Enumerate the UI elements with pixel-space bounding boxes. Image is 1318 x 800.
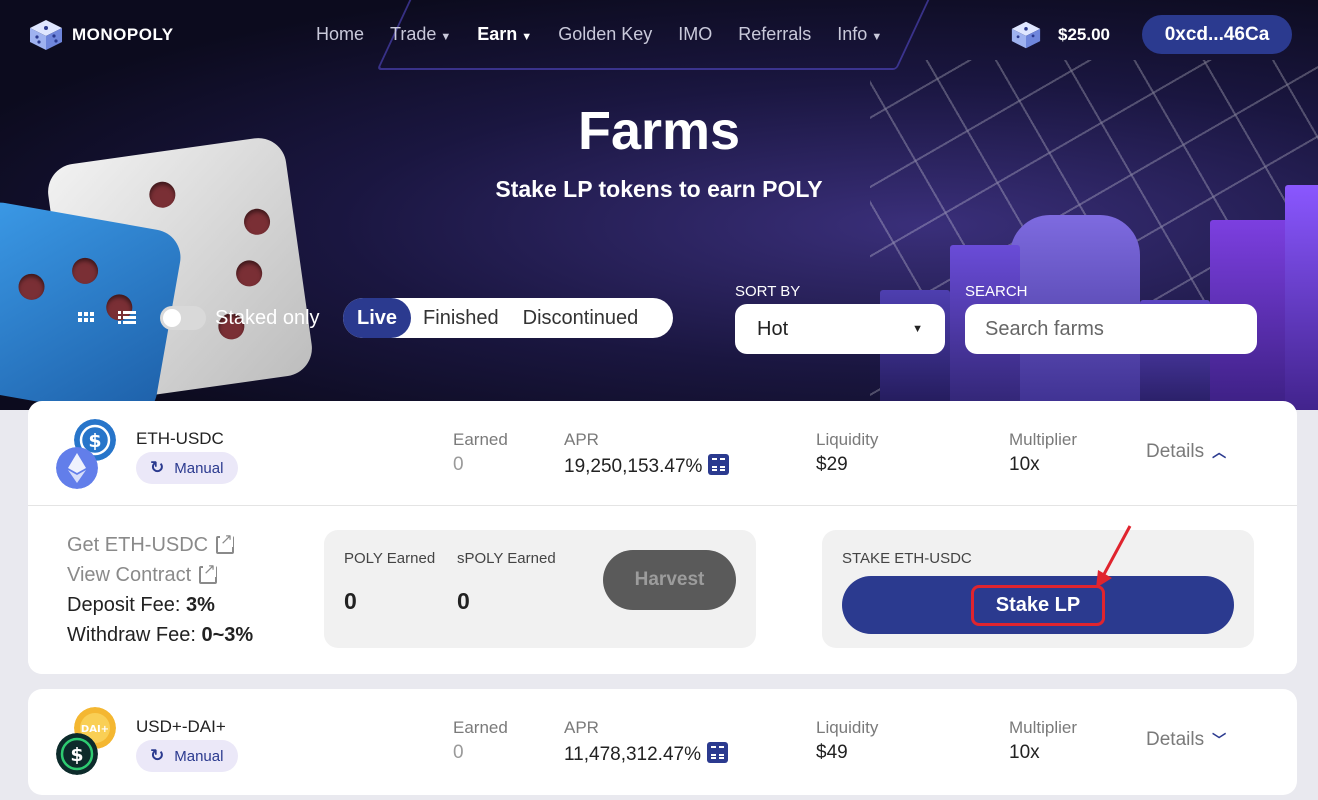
spoly-earned-label: sPOLY Earned bbox=[457, 550, 556, 567]
eth-token-icon bbox=[56, 447, 98, 489]
wallet-button[interactable]: 0xcd...46Ca bbox=[1142, 15, 1292, 54]
manual-badge: ↻ Manual bbox=[136, 740, 238, 772]
tab-live[interactable]: Live bbox=[343, 298, 412, 338]
sort-select[interactable]: Hot ▼ bbox=[735, 304, 945, 354]
stake-panel: STAKE ETH-USDC Stake LP bbox=[822, 530, 1254, 648]
earned-label: Earned bbox=[453, 718, 508, 737]
caret-down-icon: ▼ bbox=[871, 31, 883, 43]
nav-trade[interactable]: Trade ▼ bbox=[390, 24, 451, 45]
liquidity-value: $49 bbox=[816, 742, 848, 763]
deposit-fee: Deposit Fee: 3% bbox=[67, 594, 215, 616]
apr-label: APR bbox=[564, 430, 599, 449]
calculator-icon[interactable] bbox=[707, 742, 728, 763]
apr-value: 11,478,312.47% bbox=[564, 744, 701, 765]
logo-text: MONOPOLY bbox=[72, 25, 174, 44]
list-view-icon[interactable] bbox=[118, 310, 136, 331]
apr-label: APR bbox=[564, 718, 599, 737]
staked-only-label: Staked only bbox=[215, 307, 320, 329]
manual-badge: ↻ Manual bbox=[136, 452, 238, 484]
caret-down-icon: ▼ bbox=[440, 31, 452, 43]
liquidity-label: Liquidity bbox=[816, 718, 879, 737]
grid-view-icon[interactable] bbox=[78, 310, 96, 331]
usd-plus-token-icon: $ bbox=[56, 733, 98, 775]
pair-name: USD+-DAI+ bbox=[136, 717, 226, 736]
nav-earn[interactable]: Earn ▼ bbox=[477, 24, 532, 45]
stake-lp-label: Stake LP bbox=[970, 584, 1106, 626]
dice-token-icon bbox=[1011, 21, 1041, 49]
farm-status-tabs: Live Finished Discontinued bbox=[343, 298, 673, 338]
page-title: Farms bbox=[577, 101, 741, 161]
farm-card: $ ETH-USDC ↻ Manual Earned 0 APR 19,250,… bbox=[28, 401, 1297, 674]
staked-only-toggle[interactable] bbox=[160, 306, 206, 330]
nav-imo[interactable]: IMO bbox=[678, 24, 712, 45]
liquidity-label: Liquidity bbox=[816, 430, 879, 449]
poly-price: $25.00 bbox=[1010, 20, 1110, 50]
multiplier-label: Multiplier bbox=[1009, 718, 1078, 737]
stake-title: STAKE ETH-USDC bbox=[842, 550, 972, 567]
get-lp-link[interactable]: Get ETH-USDC bbox=[67, 530, 253, 560]
withdraw-fee: Withdraw Fee: 0~3% bbox=[67, 624, 254, 646]
nav-home[interactable]: Home bbox=[316, 24, 364, 45]
sort-by-label: SORT BY bbox=[735, 283, 801, 300]
svg-text:$: $ bbox=[70, 744, 83, 766]
caret-down-icon: ▼ bbox=[521, 31, 533, 43]
details-label: Details bbox=[1146, 729, 1205, 750]
earned-value: 0 bbox=[453, 742, 464, 763]
search-label: SEARCH bbox=[965, 283, 1028, 300]
nav-info[interactable]: Info ▼ bbox=[837, 24, 882, 45]
harvest-button[interactable]: Harvest bbox=[603, 550, 736, 610]
dice-logo-icon bbox=[30, 20, 62, 50]
refresh-icon: ↻ bbox=[150, 746, 165, 765]
svg-text:$: $ bbox=[88, 430, 101, 452]
spoly-earned-value: 0 bbox=[457, 588, 470, 614]
farm-row-header[interactable]: $ ETH-USDC ↻ Manual Earned 0 APR 19,250,… bbox=[28, 401, 1297, 505]
apr-cell: 11,478,312.47% bbox=[564, 742, 728, 766]
farm-details-panel: Get ETH-USDC View Contract Deposit Fee: … bbox=[28, 506, 1297, 674]
caret-down-icon: ▼ bbox=[912, 323, 923, 335]
stake-lp-button[interactable]: Stake LP bbox=[842, 576, 1234, 634]
earned-value: 0 bbox=[453, 454, 464, 475]
nav-referrals[interactable]: Referrals bbox=[738, 24, 811, 45]
logo[interactable]: MONOPOLY bbox=[28, 18, 174, 52]
tab-discontinued[interactable]: Discontinued bbox=[511, 298, 651, 338]
tab-finished[interactable]: Finished bbox=[411, 298, 511, 338]
main-menu: Home Trade ▼ Earn ▼ Golden Key IMO Referra… bbox=[316, 24, 908, 45]
svg-text:DAI+: DAI+ bbox=[81, 724, 109, 735]
calculator-icon[interactable] bbox=[708, 454, 730, 475]
external-link-icon bbox=[199, 562, 218, 584]
pair-name: ETH-USDC bbox=[136, 429, 224, 448]
multiplier-value: 10x bbox=[1009, 454, 1040, 475]
apr-cell: 19,250,153.47% bbox=[564, 454, 730, 478]
details-toggle[interactable]: Details ﹀ bbox=[1146, 729, 1226, 751]
farm-links: Get ETH-USDC View Contract Deposit Fee: … bbox=[67, 530, 253, 650]
price-value: $25.00 bbox=[1058, 25, 1110, 44]
sort-value: Hot bbox=[757, 317, 789, 340]
refresh-icon: ↻ bbox=[150, 458, 165, 477]
chevron-up-icon: ︿ bbox=[1212, 444, 1227, 460]
page-subtitle: Stake LP tokens to earn POLY bbox=[495, 176, 823, 202]
farm-row-header[interactable]: DAI+ $ USD+-DAI+ ↻ Manual Earned 0 APR 1… bbox=[28, 689, 1297, 793]
liquidity-value: $29 bbox=[816, 454, 848, 475]
multiplier-label: Multiplier bbox=[1009, 430, 1078, 449]
farm-card: DAI+ $ USD+-DAI+ ↻ Manual Earned 0 APR 1… bbox=[28, 689, 1297, 795]
earnings-panel: POLY Earned 0 sPOLY Earned 0 Harvest bbox=[324, 530, 756, 648]
poly-earned-value: 0 bbox=[344, 588, 357, 614]
manual-label: Manual bbox=[174, 747, 224, 765]
top-nav: MONOPOLY Home Trade ▼ Earn ▼ Golden Key IM… bbox=[0, 0, 1318, 70]
search-input[interactable] bbox=[965, 304, 1257, 354]
details-toggle[interactable]: Details ︿ bbox=[1146, 441, 1226, 463]
dice-blue-illustration bbox=[0, 198, 185, 410]
chevron-down-icon: ﹀ bbox=[1212, 732, 1227, 748]
manual-label: Manual bbox=[174, 459, 224, 477]
apr-value: 19,250,153.47% bbox=[564, 456, 703, 477]
nav-golden-key[interactable]: Golden Key bbox=[558, 24, 652, 45]
earned-label: Earned bbox=[453, 430, 508, 449]
external-link-icon bbox=[216, 532, 235, 554]
details-label: Details bbox=[1146, 441, 1205, 462]
view-contract-link[interactable]: View Contract bbox=[67, 560, 253, 590]
poly-earned-label: POLY Earned bbox=[344, 550, 436, 567]
multiplier-value: 10x bbox=[1009, 742, 1040, 763]
